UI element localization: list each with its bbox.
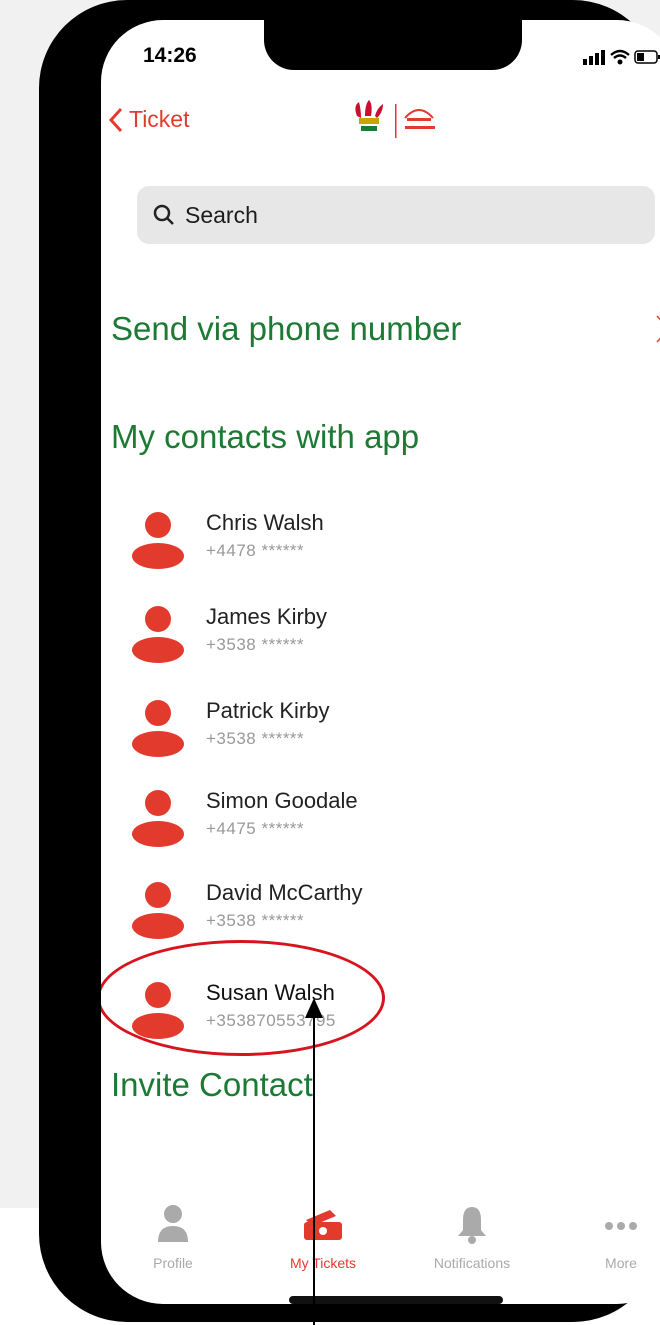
- annotation-arrow: [305, 998, 323, 1325]
